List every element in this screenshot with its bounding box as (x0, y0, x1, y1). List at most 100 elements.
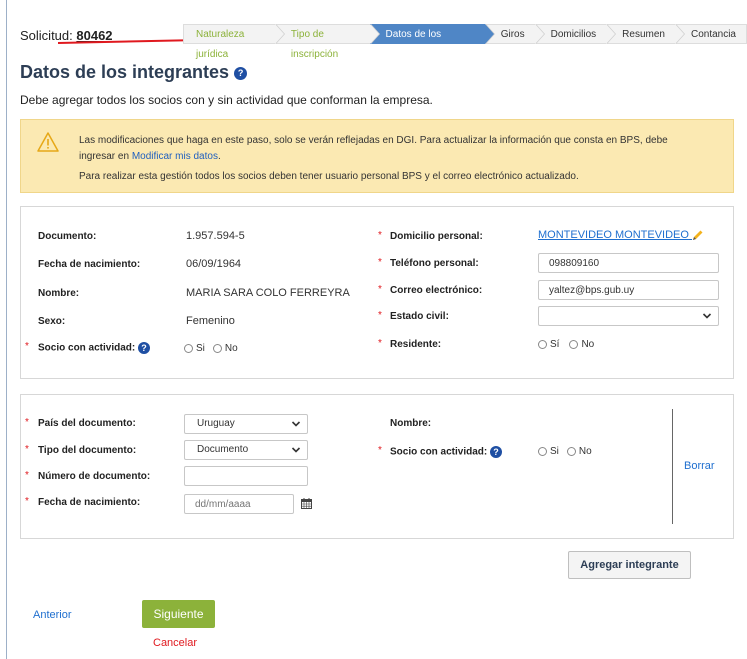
numero-documento-input[interactable] (184, 466, 308, 486)
help-icon[interactable]: ? (490, 446, 503, 458)
chevron-down-icon (291, 447, 301, 453)
anterior-link[interactable]: Anterior (33, 609, 72, 621)
calendar-icon[interactable] (301, 498, 312, 509)
required-mark: * (378, 310, 382, 321)
radio-no[interactable] (569, 340, 579, 349)
required-mark: * (378, 445, 382, 456)
residente-si-option[interactable]: Sí (538, 339, 559, 350)
correo-label: Correo electrónico: (390, 285, 483, 296)
agregar-integrante-button[interactable]: Agregar integrante (568, 551, 691, 579)
warning-icon (37, 132, 59, 152)
fecha-nacimiento-input[interactable] (184, 494, 294, 514)
page-title-text: Datos de los integrantes (20, 62, 230, 82)
radio-si[interactable] (538, 340, 547, 349)
new-member-card: * País del documento: Uruguay * Tipo del… (20, 394, 734, 539)
cancelar-link[interactable]: Cancelar (153, 637, 197, 649)
solicitud-text: Solicitud: (20, 28, 73, 43)
nombre-label: Nombre: (38, 288, 80, 299)
step-datos-integrantes[interactable]: Datos de los integrantes (369, 24, 495, 60)
new-socio-si-text: Si (550, 446, 559, 457)
step-contancia: Contancia (674, 24, 747, 44)
telefono-input[interactable] (538, 253, 719, 273)
required-mark: * (25, 444, 29, 455)
progress-steps: Naturaleza jurídica Tipo de inscripción … (183, 24, 747, 60)
pais-documento-select[interactable]: Uruguay (184, 414, 308, 434)
required-mark: * (25, 417, 29, 428)
estado-civil-label: Estado civil: (390, 311, 449, 322)
siguiente-button[interactable]: Siguiente (142, 600, 215, 628)
residente-no-text: No (581, 339, 595, 350)
new-socio-si-option[interactable]: Si (538, 446, 559, 457)
socio-actividad-label: Socio con actividad: ? (38, 342, 151, 354)
documento-label: Documento: (38, 231, 97, 242)
new-socio-actividad-radios: Si No (538, 446, 600, 457)
residente-si-text: Sí (550, 339, 560, 350)
numero-documento-label: Número de documento: (38, 471, 151, 482)
radio-si[interactable] (184, 344, 193, 353)
documento-value: 1.957.594-5 (186, 230, 245, 242)
domicilio-label: Domicilio personal: (390, 231, 483, 242)
page-title: Datos de los integrantes ? (20, 62, 248, 83)
socio-actividad-text: Socio con actividad: (38, 342, 136, 354)
tipo-documento-label: Tipo del documento: (38, 445, 137, 456)
chevron-down-icon (702, 313, 712, 319)
pais-documento-label: País del documento: (38, 418, 136, 429)
residente-no-option[interactable]: No (569, 339, 594, 350)
step-domicilios: Domicilios (534, 24, 616, 44)
chevron-down-icon (291, 421, 301, 427)
help-icon[interactable]: ? (234, 66, 248, 80)
required-mark: * (25, 470, 29, 481)
fecha-nacimiento-value: 06/09/1964 (186, 258, 242, 270)
radio-no[interactable] (566, 447, 576, 456)
step-naturaleza-juridica[interactable]: Naturaleza jurídica (183, 24, 285, 60)
residente-radios: Sí No (538, 339, 602, 350)
step-tipo-inscripcion[interactable]: Tipo de inscripción (274, 24, 380, 60)
pencil-icon[interactable] (692, 229, 704, 241)
tipo-documento-select[interactable]: Documento (184, 440, 308, 460)
pais-documento-value: Uruguay (197, 418, 235, 429)
alert-line-1: Las modificaciones que haga en este paso… (79, 135, 668, 146)
alert-line-3: Para realizar esta gestión todos los soc… (79, 171, 579, 182)
info-alert: Las modificaciones que haga en este paso… (20, 119, 734, 193)
alert-line-2: ingresar en Modificar mis datos. (79, 151, 221, 162)
nombre-label: Nombre: (390, 418, 432, 429)
fecha-nacimiento-label: Fecha de nacimiento: (38, 497, 141, 508)
vertical-divider (672, 409, 673, 524)
required-mark: * (378, 230, 382, 241)
sexo-value: Femenino (186, 315, 235, 327)
member-card: Documento: 1.957.594-5 Fecha de nacimien… (20, 206, 734, 379)
new-socio-no-option[interactable]: No (566, 446, 592, 457)
required-mark: * (25, 496, 29, 507)
help-icon[interactable]: ? (138, 342, 151, 354)
socio-no-option[interactable]: No (212, 343, 238, 354)
borrar-link[interactable]: Borrar (684, 460, 715, 472)
estado-civil-select[interactable] (538, 306, 719, 326)
socio-actividad-radios: Si No (184, 343, 246, 354)
modificar-datos-link[interactable]: Modificar mis datos (132, 151, 218, 162)
required-mark: * (25, 341, 29, 352)
required-mark: * (378, 338, 382, 349)
tipo-documento-value: Documento (197, 444, 249, 455)
radio-si[interactable] (538, 447, 547, 456)
step-resumen: Resumen (606, 24, 685, 44)
required-mark: * (378, 257, 382, 268)
domicilio-value: MONTEVIDEO MONTEVIDEO (538, 229, 689, 241)
alert-line-2-prefix: ingresar en (79, 151, 132, 162)
socio-actividad-text: Socio con actividad: (390, 446, 488, 458)
socio-si-text: Si (196, 343, 205, 354)
domicilio-link[interactable]: MONTEVIDEO MONTEVIDEO (538, 229, 704, 241)
radio-no[interactable] (212, 344, 222, 353)
socio-si-option[interactable]: Si (184, 343, 205, 354)
page-subtitle: Debe agregar todos los socios con y sin … (20, 93, 433, 107)
required-mark: * (378, 284, 382, 295)
alert-line-2-suffix: . (217, 151, 221, 162)
nombre-value: MARIA SARA COLO FERREYRA (186, 287, 350, 299)
telefono-label: Teléfono personal: (390, 258, 479, 269)
socio-actividad-label: Socio con actividad: ? (390, 446, 503, 458)
residente-label: Residente: (390, 339, 442, 350)
sexo-label: Sexo: (38, 316, 66, 327)
correo-input[interactable] (538, 280, 719, 300)
new-socio-no-text: No (578, 446, 592, 457)
fecha-nacimiento-label: Fecha de nacimiento: (38, 259, 141, 270)
socio-no-text: No (224, 343, 238, 354)
